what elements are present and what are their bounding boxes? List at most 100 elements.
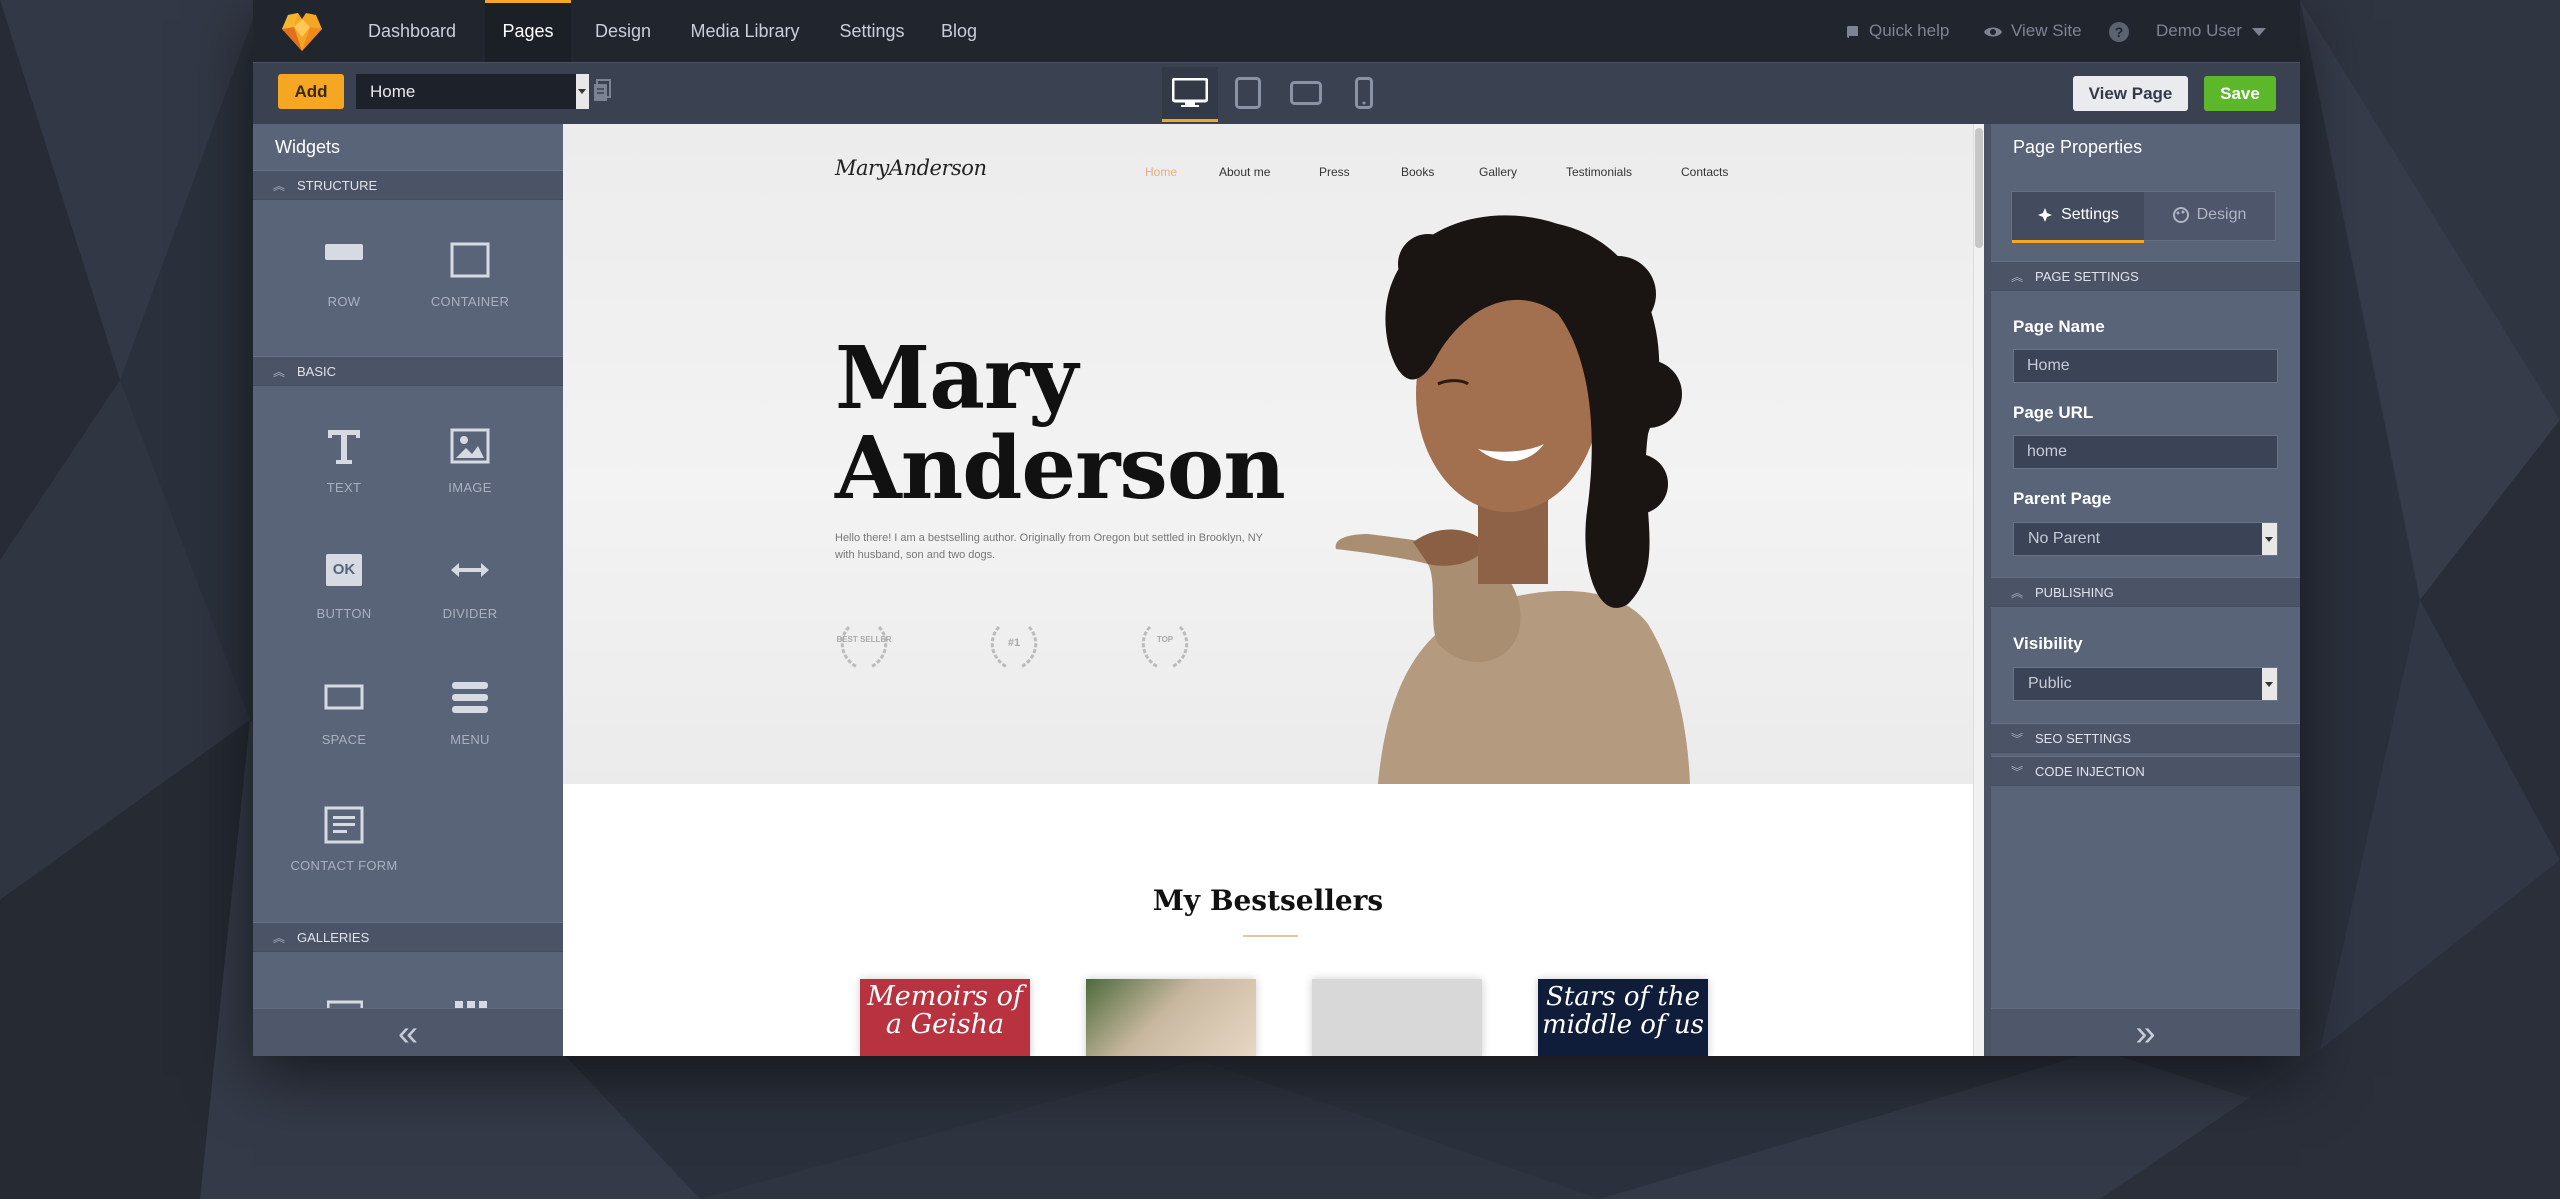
canvas-scrollbar[interactable] — [1973, 124, 1984, 1056]
tab-design[interactable]: Design — [2144, 192, 2275, 240]
section-seo-label: SEO SETTINGS — [2035, 731, 2132, 746]
nav-blog[interactable]: Blog — [931, 0, 987, 62]
nav-dashboard[interactable]: Dashboard — [357, 0, 467, 62]
book-cover[interactable]: Memoirs of a Geisha — [860, 979, 1030, 1056]
chevron-down-icon — [2251, 27, 2266, 36]
book-cover[interactable] — [1086, 979, 1256, 1056]
widgets-panel: Widgets ︽ STRUCTURE ROW CONTAINER ︽ BASIC … — [253, 124, 563, 1056]
section-publishing[interactable]: ︽ PUBLISHING — [1991, 577, 2300, 607]
widget-contact-form[interactable]: CONTACT FORM — [289, 786, 399, 894]
widget-divider[interactable]: DIVIDER — [415, 534, 525, 642]
widget-button[interactable]: OK BUTTON — [289, 534, 399, 642]
nav-design[interactable]: Design — [583, 0, 663, 62]
collapse-icon: ︽ — [273, 365, 286, 379]
button-icon: OK — [326, 554, 362, 586]
nav-media-library[interactable]: Media Library — [677, 0, 813, 62]
collapse-left-panel-button[interactable]: « — [253, 1008, 563, 1056]
site-menu-gallery[interactable]: Gallery — [1479, 165, 1517, 179]
phone-icon — [1355, 77, 1373, 109]
section-basic[interactable]: ︽ BASIC — [253, 356, 563, 386]
nav-pages[interactable]: Pages — [485, 0, 571, 65]
section-galleries[interactable]: ︽ GALLERIES — [253, 922, 563, 952]
section-code-injection-label: CODE INJECTION — [2035, 764, 2145, 779]
help-button[interactable]: ? — [2109, 0, 2129, 62]
settings-icon — [2038, 207, 2053, 222]
widget-text[interactable]: TEXT — [289, 408, 399, 516]
tablet-view-button[interactable] — [1220, 67, 1276, 119]
widget-row[interactable]: ROW — [289, 222, 399, 330]
add-button[interactable]: Add — [278, 74, 344, 109]
widget-container[interactable]: CONTAINER — [415, 222, 525, 330]
bestsellers-heading[interactable]: My Bestsellers — [563, 884, 1973, 917]
view-site-label: View Site — [2011, 21, 2082, 40]
award-text: #1 — [1007, 637, 1021, 649]
widget-menu[interactable]: MENU — [415, 660, 525, 768]
award-text: TOP — [1156, 635, 1174, 644]
page-selector[interactable]: Home — [356, 74, 576, 109]
tablet-landscape-view-button[interactable] — [1278, 67, 1334, 119]
collapse-icon: ︽ — [2011, 270, 2024, 284]
tablet-icon — [1235, 77, 1261, 109]
site-logo[interactable]: MaryAnderson — [835, 156, 987, 180]
widget-menu-label: MENU — [450, 732, 490, 747]
desktop-view-button[interactable] — [1162, 67, 1218, 122]
book-title: Memoirs of a Geisha — [867, 981, 1023, 1040]
collapse-right-panel-button[interactable]: » — [1991, 1008, 2300, 1056]
text-icon — [328, 430, 360, 464]
row-icon — [325, 244, 363, 260]
page-url-input[interactable]: home — [2013, 435, 2278, 469]
page-selector-caret[interactable] — [576, 74, 589, 109]
view-site-link[interactable]: View Site — [1983, 0, 2082, 62]
save-button[interactable]: Save — [2204, 76, 2276, 111]
palette-icon — [2172, 206, 2189, 223]
page-name-label: Page Name — [2013, 317, 2105, 336]
laurel-icon — [840, 625, 888, 669]
section-seo-settings[interactable]: ︾ SEO SETTINGS — [1991, 723, 2300, 753]
quick-help-label: Quick help — [1869, 21, 1950, 40]
parent-page-select[interactable]: No Parent — [2013, 522, 2278, 556]
section-page-settings[interactable]: ︽ PAGE SETTINGS — [1991, 261, 2300, 291]
nav-settings[interactable]: Settings — [827, 0, 917, 62]
page-properties-panel: Page Properties Settings Design ︽ PAGE SE… — [1991, 124, 2300, 1056]
section-structure-label: STRUCTURE — [297, 178, 378, 193]
hero-title[interactable]: Mary Anderson — [835, 334, 1286, 514]
site-menu-press[interactable]: Press — [1319, 165, 1350, 179]
parent-page-label: Parent Page — [2013, 489, 2112, 508]
site-menu-contacts[interactable]: Contacts — [1681, 165, 1728, 179]
phone-view-button[interactable] — [1336, 67, 1392, 119]
author-portrait-image[interactable] — [1318, 204, 1718, 784]
visibility-select[interactable]: Public — [2013, 667, 2278, 701]
quick-help-link[interactable]: Quick help — [1845, 0, 1949, 62]
tab-settings-label: Settings — [2061, 206, 2119, 223]
page-name-input[interactable]: Home — [2013, 349, 2278, 383]
widget-image[interactable]: IMAGE — [415, 408, 525, 516]
section-page-settings-label: PAGE SETTINGS — [2035, 269, 2139, 284]
widget-divider-label: DIVIDER — [442, 606, 498, 621]
laurel-icon — [1141, 625, 1189, 669]
hero-text[interactable]: Hello there! I am a bestselling author. … — [835, 530, 1275, 564]
section-code-injection[interactable]: ︾ CODE INJECTION — [1991, 756, 2300, 786]
page-canvas[interactable]: MaryAnderson Home About me Press Books G… — [563, 124, 1984, 1056]
widget-image-label: IMAGE — [448, 480, 492, 495]
site-menu-home[interactable]: Home — [1145, 165, 1177, 179]
widget-space[interactable]: SPACE — [289, 660, 399, 768]
tab-settings[interactable]: Settings — [2012, 192, 2144, 243]
duplicate-page-icon[interactable] — [592, 79, 612, 103]
site-menu-books[interactable]: Books — [1401, 165, 1434, 179]
tablet-landscape-icon — [1290, 81, 1322, 105]
divider-icon — [451, 563, 489, 577]
parent-page-value: No Parent — [2028, 530, 2101, 547]
view-page-button[interactable]: View Page — [2073, 76, 2188, 111]
site-menu-testimonials[interactable]: Testimonials — [1566, 165, 1632, 179]
site-menu-about[interactable]: About me — [1219, 165, 1270, 179]
tab-design-label: Design — [2196, 206, 2247, 223]
book-cover[interactable]: Stars of the middle of us — [1538, 979, 1708, 1056]
hero-section[interactable]: MaryAnderson Home About me Press Books G… — [563, 124, 1973, 784]
question-icon: ? — [2109, 21, 2129, 42]
section-structure[interactable]: ︽ STRUCTURE — [253, 170, 563, 200]
user-menu[interactable]: Demo User — [2156, 0, 2266, 62]
double-chevron-right-icon: » — [2135, 1011, 2156, 1053]
scrollbar-thumb[interactable] — [1975, 128, 1983, 248]
widget-contact-form-label: CONTACT FORM — [290, 858, 398, 873]
book-cover[interactable] — [1312, 979, 1482, 1056]
